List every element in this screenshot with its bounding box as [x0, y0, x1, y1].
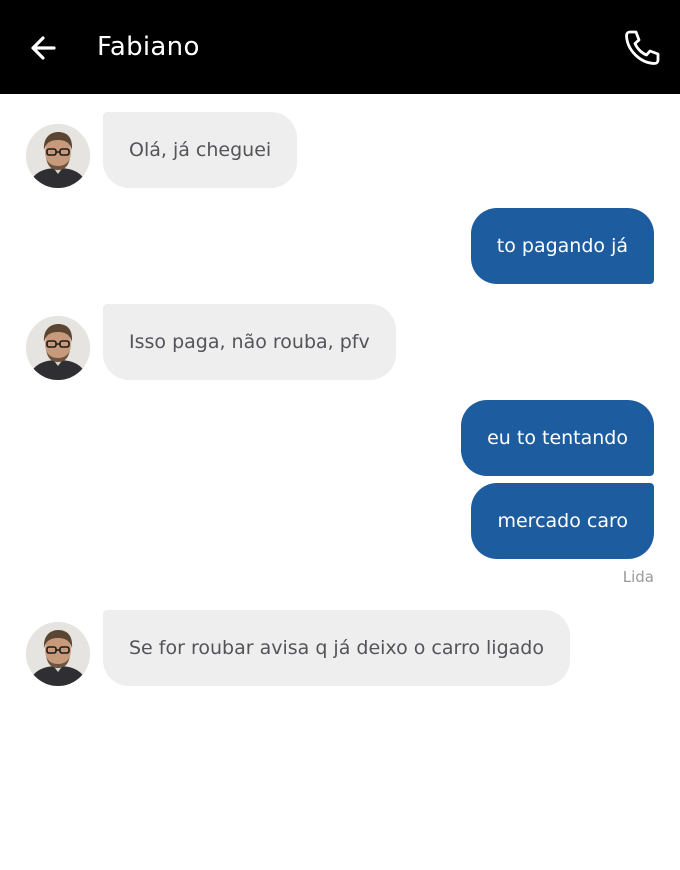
outgoing-message: to pagando já — [470, 208, 654, 284]
outgoing-message: eu to tentando — [461, 400, 654, 476]
arrow-left-icon — [31, 36, 56, 60]
back-button[interactable] — [24, 28, 64, 68]
phone-icon — [625, 30, 660, 65]
contact-photo-icon — [26, 622, 90, 686]
incoming-message: Isso paga, não rouba, pfv — [103, 304, 396, 380]
avatar[interactable] — [26, 316, 90, 380]
call-button[interactable] — [620, 26, 664, 70]
avatar[interactable] — [26, 124, 90, 188]
message-text: mercado caro — [497, 510, 628, 532]
message-text: Olá, já cheguei — [129, 139, 272, 161]
contact-name: Fabiano — [97, 32, 200, 62]
contact-photo-icon — [26, 316, 90, 380]
read-status: Lida — [622, 568, 654, 586]
message-text: to pagando já — [496, 235, 628, 257]
incoming-message: Olá, já cheguei — [103, 112, 298, 188]
message-text: eu to tentando — [487, 427, 628, 449]
incoming-message: Se for roubar avisa q já deixo o carro l… — [103, 610, 570, 686]
message-text: Se for roubar avisa q já deixo o carro l… — [129, 637, 544, 659]
outgoing-message: mercado caro — [471, 483, 654, 559]
avatar[interactable] — [26, 622, 90, 686]
contact-photo-icon — [26, 124, 90, 188]
chat-header: Fabiano — [0, 0, 680, 94]
message-text: Isso paga, não rouba, pfv — [129, 331, 370, 353]
